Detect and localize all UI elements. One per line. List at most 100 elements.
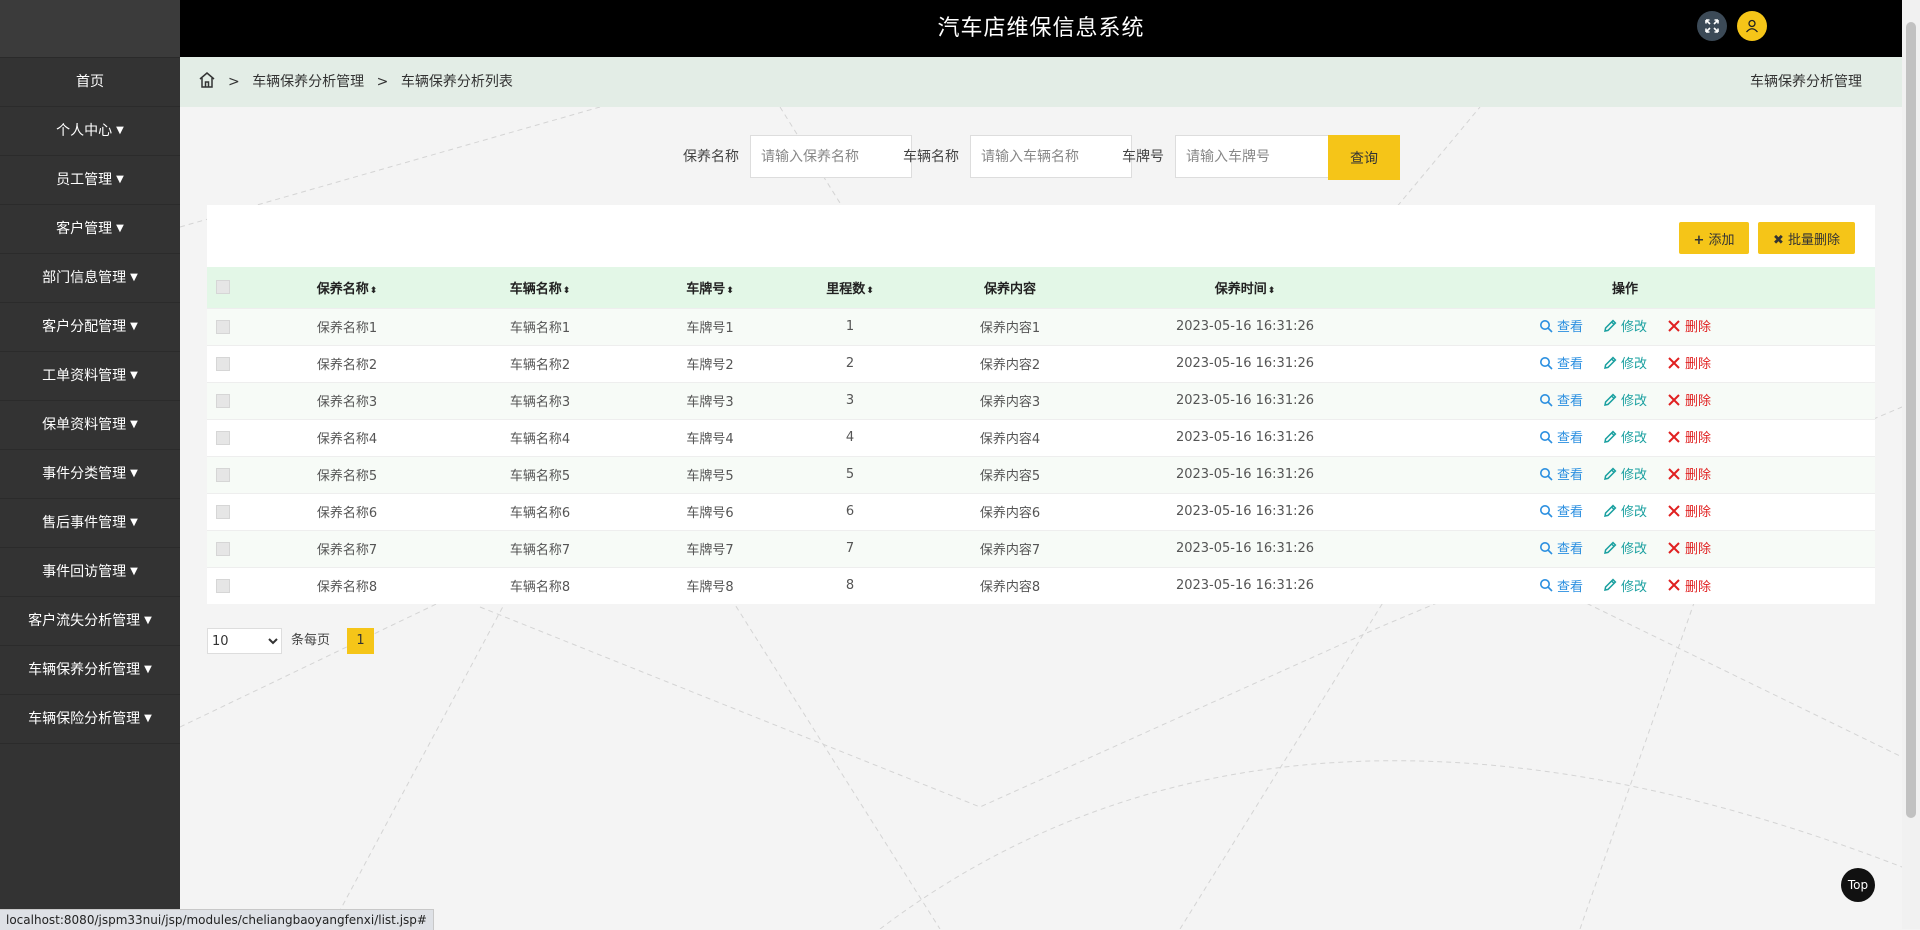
view-link[interactable]: 查看	[1539, 427, 1583, 446]
maintenance-name-label: 保养名称	[683, 149, 739, 165]
sort-icon: ⬍	[866, 285, 874, 296]
sidebar-item[interactable]: 保单资料管理 ▼	[0, 401, 180, 450]
caret-down-icon: ▼	[130, 370, 138, 381]
row-checkbox[interactable]	[216, 356, 230, 371]
row-checkbox[interactable]	[216, 430, 230, 445]
close-icon	[1668, 579, 1680, 591]
delete-link[interactable]: 删除	[1667, 576, 1711, 595]
status-bar-url: localhost:8080/jspm33nui/jsp/modules/che…	[0, 909, 434, 930]
column-header-maintenance-time[interactable]: 保养时间⬍	[1115, 267, 1375, 308]
edit-label: 修改	[1620, 357, 1647, 373]
batch-delete-button[interactable]: ✖ 批量删除	[1758, 222, 1855, 254]
view-link[interactable]: 查看	[1539, 501, 1583, 520]
close-icon	[1668, 357, 1680, 369]
sidebar-item[interactable]: 部门信息管理 ▼	[0, 254, 180, 303]
column-header-maintenance-name[interactable]: 保养名称⬍	[239, 267, 455, 308]
pencil-icon	[1604, 504, 1617, 517]
view-link[interactable]: 查看	[1539, 390, 1583, 409]
edit-link[interactable]: 修改	[1603, 464, 1647, 483]
delete-label: 删除	[1685, 468, 1712, 484]
view-label: 查看	[1556, 431, 1583, 447]
delete-link[interactable]: 删除	[1667, 501, 1711, 520]
home-icon[interactable]	[197, 70, 217, 90]
row-checkbox[interactable]	[216, 578, 230, 593]
breadcrumb-item-module[interactable]: 车辆保养分析管理	[252, 74, 364, 90]
delete-link[interactable]: 删除	[1667, 353, 1711, 372]
column-header-vehicle-name[interactable]: 车辆名称⬍	[455, 267, 625, 308]
back-to-top-button[interactable]: Top	[1841, 868, 1875, 902]
row-checkbox[interactable]	[216, 319, 230, 334]
per-page-label: 条每页	[291, 633, 331, 648]
edit-link[interactable]: 修改	[1603, 501, 1647, 520]
search-icon	[1539, 319, 1553, 333]
cell-time: 2023-05-16 16:31:26	[1175, 504, 1315, 519]
plate-number-input[interactable]	[1175, 135, 1337, 178]
delete-link[interactable]: 删除	[1667, 390, 1711, 409]
user-button[interactable]	[1737, 11, 1767, 41]
delete-link[interactable]: 删除	[1667, 464, 1711, 483]
vehicle-name-input[interactable]	[970, 135, 1132, 178]
column-label: 操作	[1611, 281, 1638, 297]
sidebar-item[interactable]: 客户分配管理 ▼	[0, 303, 180, 352]
view-link[interactable]: 查看	[1539, 538, 1583, 557]
add-button[interactable]: + 添加	[1679, 222, 1749, 254]
sidebar-item[interactable]: 车辆保养分析管理 ▼	[0, 646, 180, 695]
sidebar-item[interactable]: 车辆保险分析管理 ▼	[0, 695, 180, 744]
cell-name: 保养名称6	[316, 506, 378, 521]
cell-content: 保养内容2	[979, 358, 1041, 373]
maintenance-name-input[interactable]	[750, 135, 912, 178]
column-label: 里程数	[826, 281, 866, 297]
delete-link[interactable]: 删除	[1667, 427, 1711, 446]
row-checkbox-cell	[207, 456, 239, 493]
edit-link[interactable]: 修改	[1603, 390, 1647, 409]
search-icon	[1539, 579, 1553, 592]
row-checkbox[interactable]	[216, 393, 230, 408]
delete-label: 删除	[1685, 431, 1712, 447]
select-all-checkbox[interactable]	[216, 280, 230, 295]
sidebar-item[interactable]: 事件回访管理 ▼	[0, 548, 180, 597]
view-link[interactable]: 查看	[1539, 353, 1583, 372]
edit-link[interactable]: 修改	[1603, 316, 1647, 335]
sidebar-item[interactable]: 事件分类管理 ▼	[0, 450, 180, 499]
page-size-select[interactable]: 10	[207, 628, 282, 654]
table-row: 保养名称1 车辆名称1 车牌号1 1 保养内容1 2023-05-16 16:31:26 查…	[207, 308, 1875, 345]
column-header-mileage[interactable]: 里程数⬍	[795, 267, 905, 308]
column-header-operations: 操作	[1375, 267, 1875, 308]
delete-link[interactable]: 删除	[1667, 316, 1711, 335]
scrollbar[interactable]	[1902, 0, 1920, 929]
cell-plate: 车牌号5	[686, 469, 734, 484]
edit-link[interactable]: 修改	[1603, 427, 1647, 446]
cell-name: 保养名称1	[316, 321, 378, 336]
view-link[interactable]: 查看	[1539, 464, 1583, 483]
edit-link[interactable]: 修改	[1603, 353, 1647, 372]
app-title: 汽车店维保信息系统	[937, 16, 1145, 41]
scrollbar-thumb[interactable]	[1906, 22, 1916, 818]
sidebar-item[interactable]: 首页	[0, 58, 180, 107]
delete-link[interactable]: 删除	[1667, 538, 1711, 557]
sidebar-item[interactable]: 工单资料管理 ▼	[0, 352, 180, 401]
query-button[interactable]: 查询	[1328, 135, 1400, 180]
row-checkbox-cell	[207, 567, 239, 604]
row-operations: 查看 修改 删除	[1375, 308, 1875, 345]
edit-link[interactable]: 修改	[1603, 538, 1647, 557]
row-checkbox[interactable]	[216, 541, 230, 556]
sidebar-item[interactable]: 客户管理 ▼	[0, 205, 180, 254]
column-label: 车辆名称	[509, 281, 562, 297]
row-checkbox-cell	[207, 530, 239, 567]
column-header-maintenance-content: 保养内容	[905, 267, 1115, 308]
sidebar-item[interactable]: 售后事件管理 ▼	[0, 499, 180, 548]
sidebar-item[interactable]: 客户流失分析管理 ▼	[0, 597, 180, 646]
delete-label: 删除	[1685, 320, 1712, 336]
column-label: 保养内容	[983, 281, 1036, 297]
column-header-plate-number[interactable]: 车牌号⬍	[625, 267, 795, 308]
view-link[interactable]: 查看	[1539, 576, 1583, 595]
view-link[interactable]: 查看	[1539, 316, 1583, 335]
search-icon	[1539, 541, 1553, 555]
page-number-1[interactable]: 1	[347, 628, 374, 654]
fullscreen-button[interactable]	[1697, 11, 1727, 41]
view-label: 查看	[1556, 468, 1583, 484]
delete-label: 删除	[1685, 579, 1712, 595]
row-checkbox[interactable]	[216, 504, 230, 519]
edit-link[interactable]: 修改	[1603, 576, 1647, 595]
row-checkbox[interactable]	[216, 467, 230, 482]
